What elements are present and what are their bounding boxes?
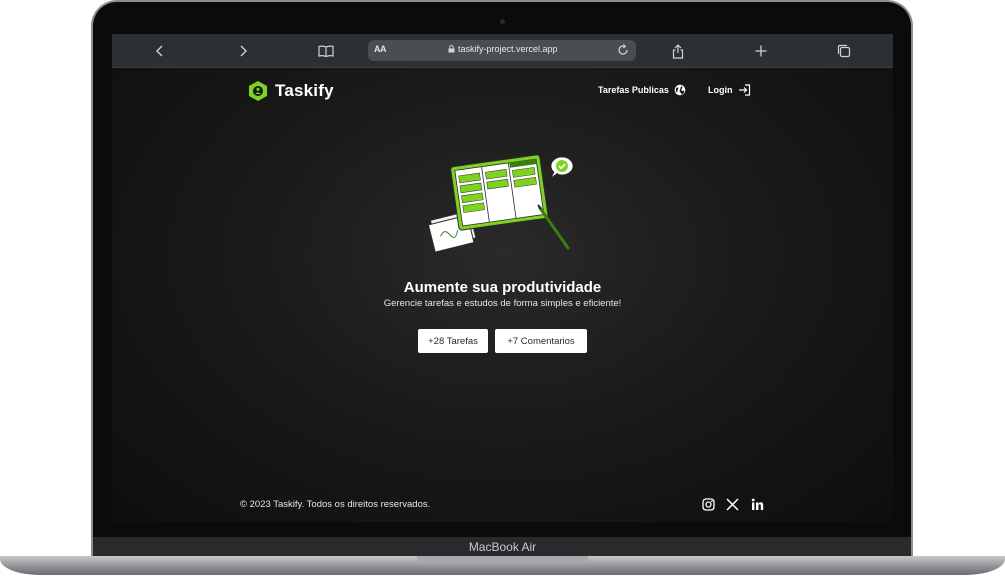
hero-subtitle: Gerencie tarefas e estudos de forma simp… [383,298,622,309]
camera [500,19,505,24]
tabs-overview-icon[interactable] [834,41,854,61]
login-icon [738,84,750,96]
site-header: Taskify Tarefas Publicas Login [112,67,893,115]
bookmarks-icon[interactable] [316,41,336,61]
task-board-illustration [428,154,574,252]
instagram-icon[interactable] [701,497,715,511]
reload-icon[interactable] [616,43,630,57]
share-icon[interactable] [668,41,688,61]
safari-toolbar: AA taskify-project.vercel.app [112,34,893,68]
globe-icon [674,84,686,96]
new-tab-icon[interactable] [751,41,771,61]
login-label: Login [708,85,733,95]
linkedin-icon[interactable] [750,497,764,511]
back-icon[interactable] [150,41,170,61]
device-label: MacBook Air [468,540,537,554]
login-link[interactable]: Login [708,84,751,96]
footer-copyright: © 2023 Taskify. Todos os direitos reserv… [240,499,431,510]
lock-icon [448,45,455,53]
url-text[interactable]: taskify-project.vercel.app [448,44,558,54]
hero-title: Aumente sua produtividade [403,279,602,296]
public-tasks-link[interactable]: Tarefas Publicas [598,84,686,96]
tasks-count-button[interactable]: +28 Tarefas [418,329,488,353]
base-notch [417,556,588,563]
logo-text: Taskify [275,81,334,100]
public-tasks-label: Tarefas Publicas [598,85,669,95]
logo[interactable]: Taskify [248,80,334,102]
url-value: taskify-project.vercel.app [458,44,558,54]
address-bar[interactable]: AA taskify-project.vercel.app [368,40,636,61]
forward-icon[interactable] [233,41,253,61]
comments-count-button[interactable]: +7 Comentarios [495,329,587,353]
text-size-button[interactable]: AA [374,44,387,54]
screen: AA taskify-project.vercel.app Taskify Ta… [112,34,893,522]
taskify-logo-icon [249,81,267,101]
x-icon[interactable] [725,497,739,511]
